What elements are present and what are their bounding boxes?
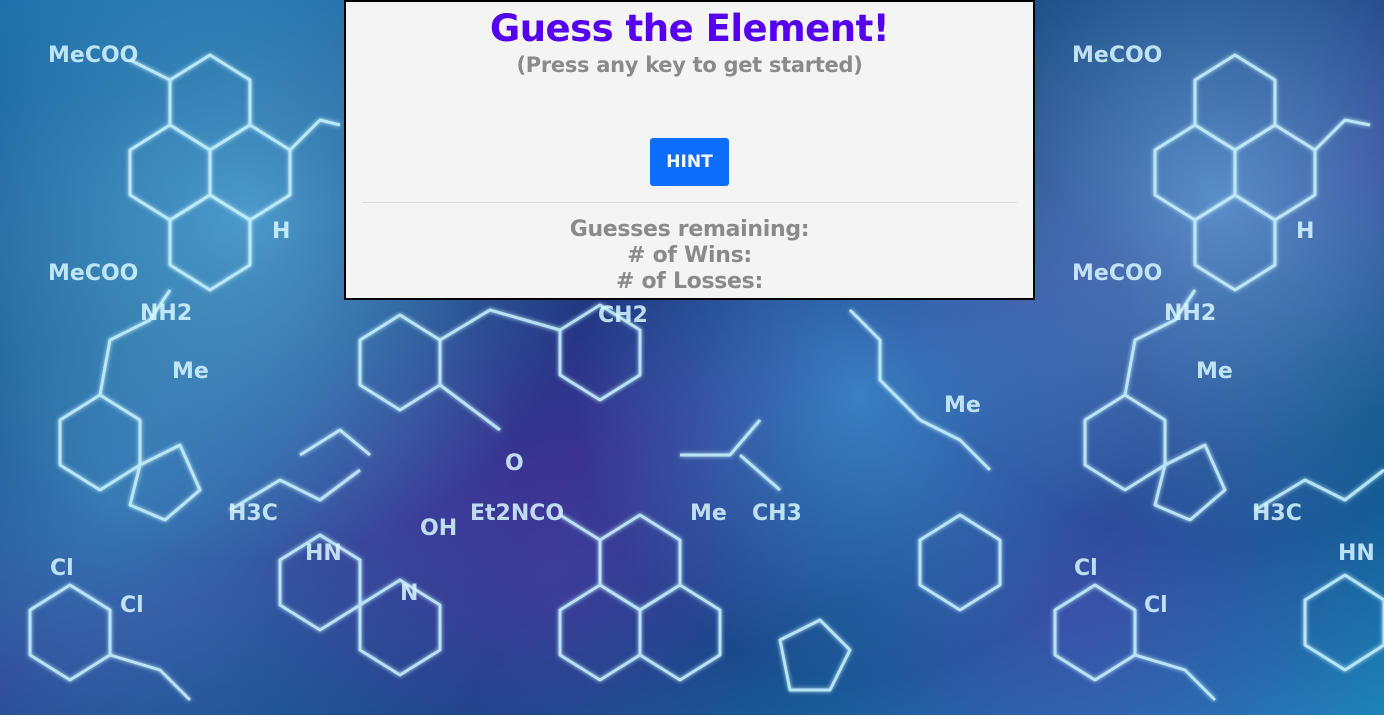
svg-text:Cl: Cl <box>1074 556 1098 581</box>
svg-text:Me: Me <box>944 393 981 418</box>
svg-text:MeCOO: MeCOO <box>1072 261 1162 286</box>
svg-text:Et2NCO: Et2NCO <box>470 501 564 526</box>
svg-text:O: O <box>505 451 524 476</box>
svg-text:Me: Me <box>690 501 727 526</box>
guesses-remaining-label: Guesses remaining: <box>569 217 810 242</box>
svg-text:OH: OH <box>420 516 457 541</box>
svg-text:MeCOO: MeCOO <box>48 43 138 68</box>
svg-text:NH2: NH2 <box>1164 301 1216 326</box>
svg-text:MeCOO: MeCOO <box>1072 43 1162 68</box>
svg-text:Me: Me <box>1196 359 1233 384</box>
svg-text:Me: Me <box>172 359 209 384</box>
svg-text:NH2: NH2 <box>140 301 192 326</box>
svg-text:Cl: Cl <box>120 593 144 618</box>
divider <box>362 202 1017 203</box>
wins-label: # of Wins: <box>627 243 752 268</box>
svg-text:CH3: CH3 <box>752 501 802 526</box>
page-title: Guess the Element! <box>489 7 890 50</box>
hint-button[interactable]: HINT <box>650 138 729 186</box>
svg-text:N: N <box>400 581 418 606</box>
svg-text:H3C: H3C <box>228 501 278 526</box>
svg-text:H3C: H3C <box>1252 501 1302 526</box>
game-panel: Guess the Element! (Press any key to get… <box>344 0 1035 300</box>
stats-section: Guesses remaining: # of Wins: # of Losse… <box>346 217 1033 295</box>
svg-text:HN: HN <box>305 541 342 566</box>
svg-text:Cl: Cl <box>1144 593 1168 618</box>
svg-text:H: H <box>1296 219 1314 244</box>
svg-text:MeCOO: MeCOO <box>48 261 138 286</box>
svg-text:Cl: Cl <box>50 556 74 581</box>
svg-text:CH2: CH2 <box>598 303 648 328</box>
svg-text:H: H <box>272 219 290 244</box>
current-word-display <box>346 78 1033 138</box>
start-instructions: (Press any key to get started) <box>516 53 863 77</box>
losses-label: # of Losses: <box>616 269 763 294</box>
svg-text:HN: HN <box>1338 541 1375 566</box>
